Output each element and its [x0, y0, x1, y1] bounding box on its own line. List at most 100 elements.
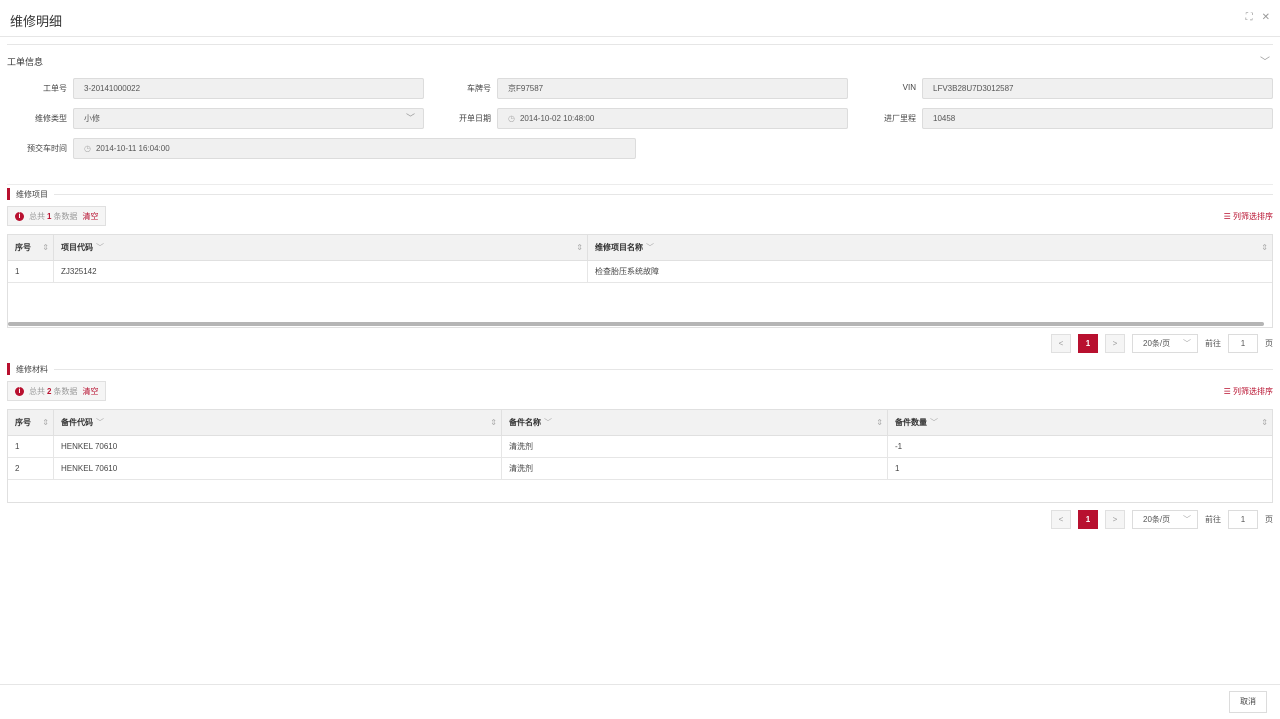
cell-part-code: HENKEL 70610 — [54, 436, 502, 457]
cell-seq: 2 — [8, 458, 54, 479]
repair-materials-table: 序号 ⇕ 备件代码 ﹀ ⇕ 备件名称 ﹀ ⇕ 备件数量 ﹀ ⇕ 1 HENKEL 70610 … — [7, 409, 1273, 503]
repair-items-table: 序号 ⇕ 项目代码 ﹀ ⇕ 维修项目名称 ﹀ ⇕ 1 ZJ325142 检查胎压系统故障 — [7, 234, 1273, 328]
mileage-field: 10458 — [922, 108, 1273, 129]
column-filter-label: 列筛选排序 — [1233, 212, 1273, 221]
cell-part-name: 清洗剂 — [502, 458, 888, 479]
page-size-select[interactable]: 20条/页 ﹀ — [1132, 510, 1198, 529]
chevron-down-icon[interactable]: ﹀ — [96, 417, 104, 428]
column-filter-label: 列筛选排序 — [1233, 387, 1273, 396]
clock-icon: ◷ — [84, 144, 91, 153]
column-header-label: 备件名称 — [509, 418, 541, 427]
section-title-line — [54, 193, 1273, 195]
delivery-time-field: ◷ 2014-10-11 16:04:00 — [73, 138, 636, 159]
goto-suffix: 页 — [1265, 515, 1273, 524]
cell-part-code: HENKEL 70610 — [54, 458, 502, 479]
clock-icon: ◷ — [508, 114, 515, 123]
chevron-down-icon[interactable]: ﹀ — [96, 242, 104, 253]
chevron-down-icon: ﹀ — [1183, 339, 1191, 348]
next-page-button[interactable]: > — [1105, 510, 1125, 529]
repair-items-title: 维修项目 — [16, 189, 48, 199]
count-number: 1 — [47, 211, 52, 221]
page-size-value: 20条/页 — [1143, 515, 1171, 524]
pagination: < 1 > 20条/页 ﹀ 前往 1 页 — [1051, 334, 1273, 353]
order-no-value: 3-20141000022 — [84, 84, 141, 93]
table-row[interactable]: 2 HENKEL 70610 清洗剂 1 — [8, 458, 1272, 480]
column-header-part-qty[interactable]: 备件数量 ﹀ ⇕ — [888, 410, 1272, 435]
cancel-button[interactable]: 取消 — [1229, 691, 1267, 713]
column-header-label: 序号 — [15, 418, 31, 427]
close-icon[interactable]: ✕ — [1262, 12, 1270, 23]
section-title-line — [54, 368, 1273, 370]
count-number: 2 — [47, 386, 52, 396]
order-no-field: 3-20141000022 — [73, 78, 424, 99]
fullscreen-icon[interactable]: ⛶ — [1246, 12, 1253, 23]
repair-items-header: 维修项目 — [7, 188, 1273, 200]
column-filter-button[interactable]: ☰ 列筛选排序 — [1224, 386, 1273, 397]
next-page-button[interactable]: > — [1105, 334, 1125, 353]
sort-icon[interactable]: ⇕ — [42, 418, 49, 427]
chevron-down-icon[interactable]: ﹀ — [1260, 53, 1270, 68]
open-date-label: 开单日期 — [459, 114, 491, 123]
vin-field: LFV3B28U7D3012587 — [922, 78, 1273, 99]
goto-page-input[interactable]: 1 — [1228, 510, 1258, 529]
vin-value: LFV3B28U7D3012587 — [933, 84, 1014, 93]
count-prefix: 总共 — [29, 386, 45, 396]
column-header-label: 维修项目名称 — [595, 243, 643, 252]
prev-page-button[interactable]: < — [1051, 334, 1071, 353]
cell-part-name: 清洗剂 — [502, 436, 888, 457]
info-icon: i — [15, 386, 24, 396]
table-header: 序号 ⇕ 项目代码 ﹀ ⇕ 维修项目名称 ﹀ ⇕ — [8, 235, 1272, 261]
info-icon: i — [15, 211, 24, 221]
delivery-time-label: 预交车时间 — [27, 144, 67, 153]
page-number-button[interactable]: 1 — [1078, 334, 1098, 353]
dialog-title: 维修明细 — [10, 14, 63, 29]
column-header-label: 备件代码 — [61, 418, 93, 427]
repair-items-count-box: i 总共 1 条数据 清空 — [7, 206, 107, 226]
section-accent-bar — [7, 188, 10, 200]
column-header-label: 序号 — [15, 243, 31, 252]
goto-prefix: 前往 — [1205, 339, 1221, 348]
prev-page-button[interactable]: < — [1051, 510, 1071, 529]
sort-icon[interactable]: ⇕ — [1261, 418, 1268, 427]
repair-type-label: 维修类型 — [35, 114, 67, 123]
table-row[interactable]: 1 HENKEL 70610 清洗剂 -1 — [8, 436, 1272, 458]
column-filter-button[interactable]: ☰ 列筛选排序 — [1224, 211, 1273, 222]
sort-icon[interactable]: ⇕ — [490, 418, 497, 427]
cell-part-qty: 1 — [895, 464, 900, 473]
chevron-down-icon[interactable]: ﹀ — [930, 417, 938, 428]
chevron-down-icon[interactable]: ﹀ — [646, 242, 654, 253]
horizontal-scrollbar[interactable] — [8, 322, 1264, 326]
sort-icon[interactable]: ⇕ — [876, 418, 883, 427]
goto-page-input[interactable]: 1 — [1228, 334, 1258, 353]
table-row[interactable]: 1 ZJ325142 检查胎压系统故障 — [8, 261, 1272, 283]
clear-link[interactable]: 清空 — [82, 386, 98, 397]
dialog-header: 维修明细 ⛶ ✕ — [0, 0, 1280, 37]
pagination: < 1 > 20条/页 ﹀ 前往 1 页 — [1051, 510, 1273, 529]
column-header-name[interactable]: 维修项目名称 ﹀ ⇕ — [588, 235, 1272, 260]
cell-name: 检查胎压系统故障 — [595, 267, 659, 276]
column-header-code[interactable]: 项目代码 ﹀ ⇕ — [54, 235, 588, 260]
chevron-down-icon[interactable]: ﹀ — [544, 417, 552, 428]
sort-icon[interactable]: ⇕ — [576, 243, 583, 252]
sort-icon[interactable]: ⇕ — [42, 243, 49, 252]
column-header-part-name[interactable]: 备件名称 ﹀ ⇕ — [502, 410, 888, 435]
column-header-seq[interactable]: 序号 ⇕ — [8, 235, 54, 260]
count-prefix: 总共 — [29, 211, 45, 221]
repair-type-value: 小修 — [84, 114, 100, 123]
column-header-seq[interactable]: 序号 ⇕ — [8, 410, 54, 435]
page-number-button[interactable]: 1 — [1078, 510, 1098, 529]
filter-icon: ☰ — [1223, 212, 1233, 221]
page-size-select[interactable]: 20条/页 ﹀ — [1132, 334, 1198, 353]
sort-icon[interactable]: ⇕ — [1261, 243, 1268, 252]
section-divider — [7, 184, 1273, 185]
count-suffix: 条数据 — [53, 386, 78, 396]
clear-link[interactable]: 清空 — [82, 211, 98, 222]
count-suffix: 条数据 — [53, 211, 78, 221]
column-header-label: 备件数量 — [895, 418, 927, 427]
vin-label: VIN — [902, 83, 916, 92]
order-no-label: 工单号 — [43, 84, 67, 93]
filter-icon: ☰ — [1223, 387, 1233, 396]
section-accent-bar — [7, 363, 10, 375]
repair-type-select[interactable]: 小修 ﹀ — [73, 108, 424, 129]
column-header-part-code[interactable]: 备件代码 ﹀ ⇕ — [54, 410, 502, 435]
